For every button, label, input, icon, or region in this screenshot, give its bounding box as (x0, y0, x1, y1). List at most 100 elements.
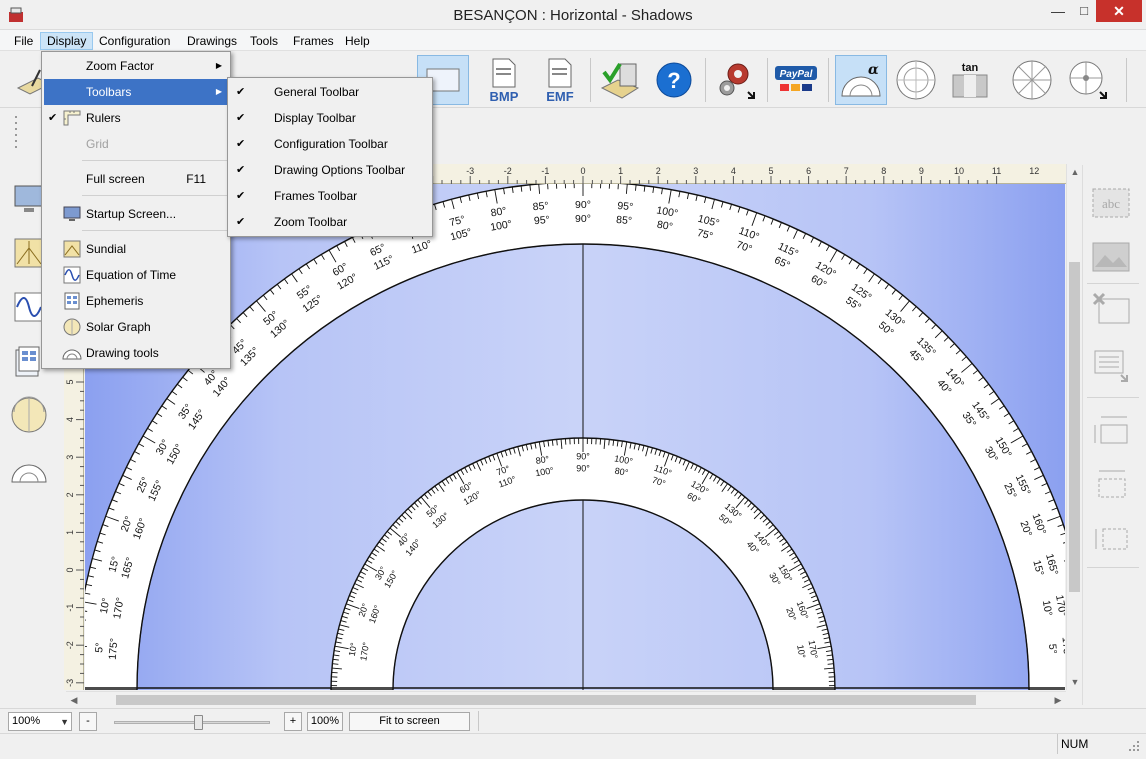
menu-item-equation-of-time[interactable]: Equation of Time (44, 262, 228, 288)
menu-drawings[interactable]: Drawings (181, 32, 243, 50)
protractor-drawing: 5°10°15°20°25°30°35°40°45°50°55°60°65°70… (85, 184, 1065, 690)
minimize-button[interactable]: — (1046, 0, 1070, 22)
zoom-select[interactable]: 100% ▼ (8, 712, 72, 731)
ruler-tick-label: 7 (844, 166, 849, 176)
export-emf-button[interactable]: EMF (534, 55, 586, 105)
vertical-scrollbar[interactable]: ▲ ▼ (1066, 164, 1082, 690)
num-lock-indicator: NUM (1057, 734, 1119, 754)
tan-label: tan (962, 62, 979, 74)
menu-item-full-screen[interactable]: Full screen F11 (44, 166, 228, 192)
menu-display[interactable]: Display (40, 32, 94, 50)
solar-graph-button[interactable] (9, 395, 49, 435)
grip-icon (15, 116, 17, 148)
ruler-tick-label: -1 (541, 166, 549, 176)
scroll-left-arrow-icon[interactable]: ◀ (66, 692, 82, 708)
large-protractor-band (85, 184, 1065, 690)
ruler-tick-label: 5 (65, 379, 75, 384)
resize-grip-icon[interactable] (1128, 740, 1140, 752)
menu-item-drawing-options-toolbar[interactable]: ✔ Drawing Options Toolbar (230, 157, 432, 183)
check-icon: ✔ (236, 216, 246, 228)
wheel-tool-button[interactable] (1006, 55, 1058, 105)
menu-help[interactable]: Help (339, 32, 376, 50)
tangent-tool-button[interactable]: tan (944, 55, 996, 105)
scroll-up-arrow-icon[interactable]: ▲ (1067, 164, 1083, 180)
vertical-scroll-thumb[interactable] (1069, 262, 1080, 592)
circle-tool-button[interactable] (890, 55, 942, 105)
small-protractor-tick (332, 663, 339, 665)
scroll-down-arrow-icon[interactable]: ▼ (1067, 674, 1083, 690)
paypal-button[interactable]: PayPal (770, 55, 822, 105)
fit-to-screen-button[interactable]: Fit to screen (349, 712, 470, 731)
menu-frames[interactable]: Frames (287, 32, 340, 50)
frame-properties-button[interactable] (1089, 345, 1133, 385)
add-image-frame-button[interactable] (1089, 237, 1133, 277)
window-title: BESANÇON : Horizontal - Shadows (453, 7, 693, 24)
menu-item-grid[interactable]: Grid (44, 131, 228, 157)
zoom-in-button[interactable]: + (284, 712, 302, 731)
menu-configuration[interactable]: Configuration (93, 32, 176, 50)
emf-file-icon: EMF (546, 58, 574, 103)
menu-item-configuration-toolbar[interactable]: ✔ Configuration Toolbar (230, 131, 432, 157)
menu-item-general-toolbar[interactable]: ✔ General Toolbar (230, 79, 432, 105)
menu-item-zoom-factor[interactable]: Zoom Factor ▶ (44, 53, 228, 79)
check-icon: ✔ (236, 190, 246, 202)
wheel-options-button[interactable] (1062, 55, 1114, 105)
zoombar-separator (478, 711, 479, 731)
add-text-frame-button[interactable]: abc (1089, 183, 1133, 223)
calculator-check-icon (600, 62, 640, 99)
solar-graph-icon (11, 396, 47, 433)
zoom-out-button[interactable]: - (79, 712, 97, 731)
horizontal-scrollbar[interactable]: ◀ ▶ (66, 691, 1066, 707)
menu-file[interactable]: File (8, 32, 39, 50)
submenu-arrow-icon: ▶ (215, 61, 222, 70)
menu-item-zoom-toolbar[interactable]: ✔ Zoom Toolbar (230, 209, 432, 235)
drawing-tools-button[interactable] (9, 449, 49, 489)
ruler-tick-label: 6 (806, 166, 811, 176)
calculate-button[interactable] (594, 55, 646, 105)
options-button[interactable] (710, 55, 762, 105)
display-menu: Zoom Factor ▶ Toolbars ▶ ✔ Rulers Grid F… (41, 51, 231, 369)
delete-frame-button[interactable] (1089, 289, 1133, 329)
menu-item-drawing-tools[interactable]: Drawing tools (44, 340, 228, 366)
check-icon: ✔ (236, 86, 246, 98)
close-button[interactable]: ✕ (1096, 0, 1142, 22)
zoom-slider-thumb[interactable] (194, 715, 203, 730)
drawing-canvas[interactable]: 5°10°15°20°25°30°35°40°45°50°55°60°65°70… (85, 184, 1065, 690)
submenu-arrow-icon: ▶ (215, 87, 222, 96)
alpha-label: α (868, 62, 879, 78)
zoom-slider-track[interactable] (114, 721, 270, 724)
small-protractor-label: 90° (576, 463, 590, 473)
menu-item-rulers[interactable]: ✔ Rulers (44, 105, 228, 131)
ruler-icon (63, 110, 81, 126)
frames-separator (1087, 397, 1139, 398)
menu-item-display-toolbar[interactable]: ✔ Display Toolbar (230, 105, 432, 131)
menu-item-solar-graph[interactable]: Solar Graph (44, 314, 228, 340)
toolbar-separator (705, 58, 706, 102)
ruler-tick-label: 4 (65, 417, 75, 422)
horizontal-scroll-thumb[interactable] (116, 695, 976, 705)
menu-tools[interactable]: Tools (244, 32, 284, 50)
paypal-label: PayPal (780, 69, 813, 80)
scroll-right-arrow-icon[interactable]: ▶ (1050, 692, 1066, 708)
large-protractor-label: 95° (533, 214, 550, 227)
menu-item-sundial[interactable]: Sundial (44, 236, 228, 262)
maximize-button[interactable]: □ (1072, 0, 1096, 22)
ruler-tick-label: 0 (65, 567, 75, 572)
menu-item-toolbars[interactable]: Toolbars ▶ (44, 79, 228, 105)
menu-item-frames-toolbar[interactable]: ✔ Frames Toolbar (230, 183, 432, 209)
frames-toolbar: abc (1082, 165, 1146, 705)
toolbar-separator (767, 58, 768, 102)
resize-frame-both-button[interactable] (1089, 409, 1133, 449)
emf-label: EMF (546, 89, 574, 103)
menu-item-ephemeris[interactable]: Ephemeris (44, 288, 228, 314)
resize-frame-height-button[interactable] (1089, 519, 1133, 559)
ruler-tick-label: 2 (65, 492, 75, 497)
ruler-tick-label: 10 (954, 166, 964, 176)
help-button[interactable]: ? (648, 55, 700, 105)
resize-frame-width-button[interactable] (1089, 463, 1133, 503)
export-bmp-button[interactable]: BMP (478, 55, 530, 105)
ruler-tick-label: 4 (731, 166, 736, 176)
angle-tool-button[interactable]: α (835, 55, 887, 105)
menu-item-startup-screen[interactable]: Startup Screen... (44, 201, 228, 227)
zoom-100-button[interactable]: 100% (307, 712, 343, 731)
